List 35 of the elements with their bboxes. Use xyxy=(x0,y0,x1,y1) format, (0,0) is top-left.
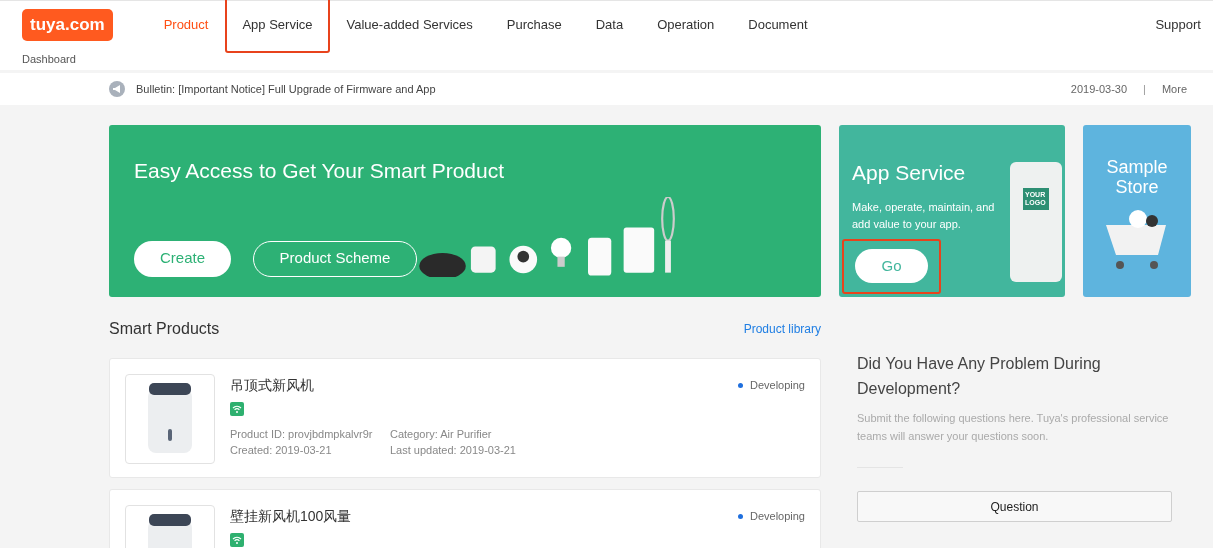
created-date: Created: 2019-03-21 xyxy=(230,443,333,458)
more-link[interactable]: More xyxy=(1161,80,1187,98)
product-name: 吊顶式新风机 xyxy=(230,376,315,395)
product-name: 壁挂新风机100风量 xyxy=(230,507,353,526)
wifi-icon xyxy=(230,402,244,416)
help-text: Submit the following questions here. Tuya's professional service teams will answer your questions soon. xyxy=(857,411,1170,444)
nav-tab[interactable]: Data xyxy=(578,0,641,53)
air-purifier-icon xyxy=(147,383,193,455)
product-card[interactable]: 壁挂新风机100风量 Developing xyxy=(109,489,821,548)
banner-title: Easy Access to Get Your Smart Product xyxy=(134,158,505,184)
product-library-link[interactable]: Product library xyxy=(743,320,821,338)
breadcrumb: Dashboard xyxy=(22,52,77,67)
nav-tab[interactable]: Operation xyxy=(640,0,732,53)
section-title: Smart Products xyxy=(109,319,220,339)
card-title: Sample Store xyxy=(1105,157,1169,197)
help-title: Did You Have Any Problem During Development? xyxy=(857,354,1102,399)
separator: | xyxy=(1143,81,1146,97)
support-link[interactable]: Support xyxy=(1155,15,1201,35)
product-id: Product ID: provjbdmpkalvr9r xyxy=(230,427,374,442)
megaphone-icon xyxy=(109,81,125,97)
status-label: Developing xyxy=(749,378,805,393)
nav-tab[interactable]: Value-added Services xyxy=(329,0,490,53)
card-description: Make, operate, maintain, and add value to your app. xyxy=(852,199,996,232)
nav-tab[interactable]: Purchase xyxy=(489,0,579,53)
nav-tab[interactable]: App Service xyxy=(225,0,330,53)
product-card[interactable]: 吊顶式新风机 Product ID: provjbdmpkalvr9r Category: Air Purifier Created: 2019-03-21 Last updated: 2019-03-21 Developing xyxy=(109,358,821,478)
card-title: App Service xyxy=(852,160,967,186)
question-button[interactable]: Question xyxy=(857,491,1172,522)
nav-tab[interactable]: Document xyxy=(731,0,825,53)
bulletin-text[interactable]: Bulletin: [Important Notice] Full Upgrade of Firmware and App xyxy=(136,80,436,98)
product-category: Category: Air Purifier xyxy=(390,427,493,442)
wifi-icon xyxy=(230,533,244,547)
status-label: Developing xyxy=(749,509,805,524)
bulletin-date: 2019-03-30 xyxy=(1070,81,1128,97)
updated-date: Last updated: 2019-03-21 xyxy=(390,443,517,458)
